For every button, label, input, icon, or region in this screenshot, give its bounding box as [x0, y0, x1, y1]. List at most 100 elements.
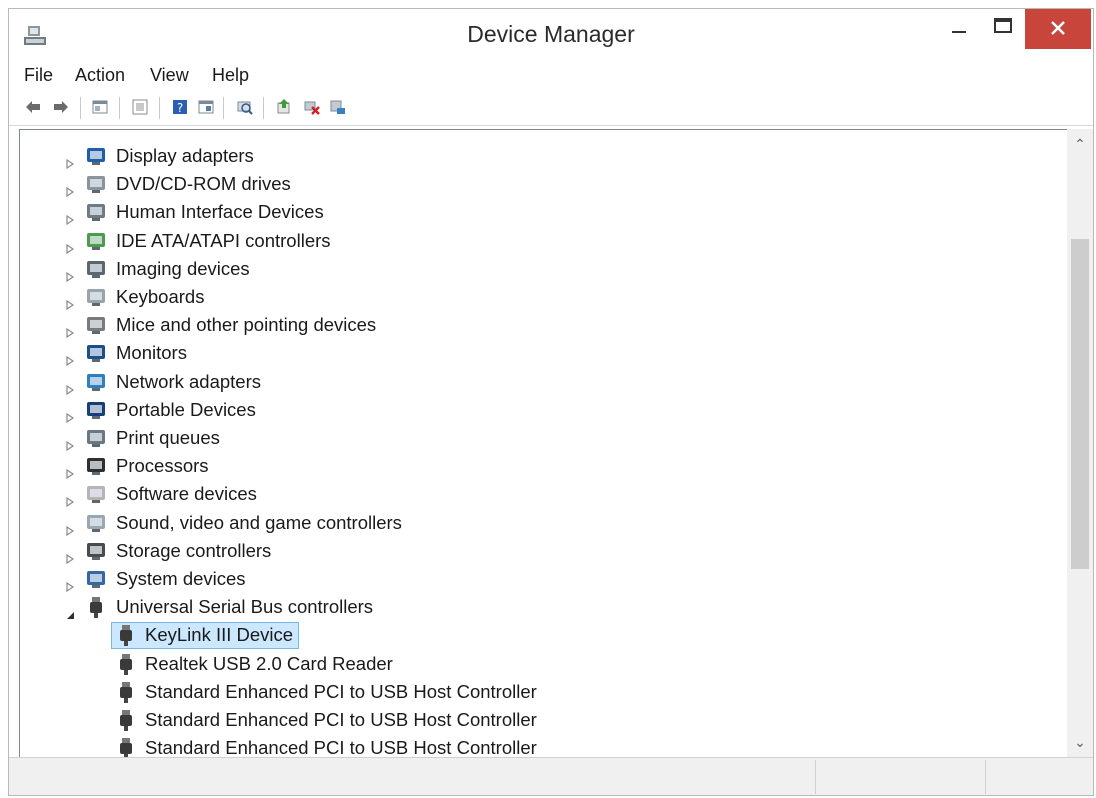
- show-hide-console-tree-icon[interactable]: [197, 98, 215, 116]
- disable-device-icon[interactable]: [303, 98, 321, 116]
- tree-category-row[interactable]: DVD/CD-ROM drives: [20, 170, 1060, 198]
- usb-icon: [114, 652, 138, 676]
- tree-category-row[interactable]: Universal Serial Bus controllers: [20, 593, 1060, 621]
- tree-device-row[interactable]: Standard Enhanced PCI to USB Host Contro…: [20, 734, 1060, 757]
- tree-category-label: Display adapters: [116, 145, 254, 166]
- expand-arrow-icon[interactable]: [64, 404, 76, 423]
- tree-category-row[interactable]: Sound, video and game controllers: [20, 509, 1060, 537]
- help-icon[interactable]: ?: [171, 98, 189, 116]
- tree-device-row[interactable]: Realtek USB 2.0 Card Reader: [20, 650, 1060, 678]
- scan-hardware-icon[interactable]: [235, 98, 253, 116]
- tree-category-row[interactable]: Software devices: [20, 480, 1060, 508]
- tree-device-label: Standard Enhanced PCI to USB Host Contro…: [145, 737, 537, 757]
- tree-category-row[interactable]: Mice and other pointing devices: [20, 311, 1060, 339]
- expand-arrow-icon[interactable]: [64, 150, 76, 170]
- properties-icon[interactable]: [91, 98, 109, 116]
- tree-category-row[interactable]: System devices: [20, 565, 1060, 593]
- tree-category-row[interactable]: Display adapters: [20, 142, 1060, 170]
- tree-category-label: Storage controllers: [116, 539, 272, 561]
- tree-category-row[interactable]: Processors: [20, 452, 1060, 480]
- tree-category-label: Universal Serial Bus controllers: [116, 596, 374, 618]
- tree-category-row[interactable]: Human Interface Devices: [20, 198, 1060, 226]
- tree-category-label: Software devices: [116, 483, 257, 505]
- usb-icon: [84, 595, 108, 619]
- scroll-thumb[interactable]: [1071, 239, 1089, 569]
- collapse-arrow-icon[interactable]: [64, 601, 76, 620]
- hid-icon: [84, 200, 108, 224]
- network-adapter-icon: [84, 370, 108, 394]
- forward-icon[interactable]: [52, 98, 70, 116]
- tree-category-row[interactable]: Storage controllers: [20, 537, 1060, 565]
- usb-icon: [114, 623, 138, 647]
- uninstall-device-icon[interactable]: [329, 98, 347, 116]
- title-bar[interactable]: Device Manager: [9, 9, 1093, 61]
- storage-controller-icon: [84, 539, 108, 563]
- tree-category-row[interactable]: Keyboards: [20, 283, 1060, 311]
- menu-file[interactable]: File: [24, 65, 53, 86]
- expand-arrow-icon[interactable]: [64, 235, 76, 254]
- expand-arrow-icon[interactable]: [64, 263, 76, 282]
- vertical-scrollbar[interactable]: ⌃ ⌄: [1067, 129, 1093, 757]
- show-hidden-icon[interactable]: [131, 98, 149, 116]
- tree-category-row[interactable]: Print queues: [20, 424, 1060, 452]
- expand-arrow-icon[interactable]: [64, 376, 76, 395]
- expand-arrow-icon[interactable]: [64, 517, 76, 536]
- status-pane-1: [815, 760, 816, 794]
- tree-category-row[interactable]: Network adapters: [20, 368, 1060, 396]
- tree-device-row[interactable]: Standard Enhanced PCI to USB Host Contro…: [20, 706, 1060, 734]
- tree-category-label: Human Interface Devices: [116, 201, 324, 223]
- maximize-icon[interactable]: [983, 9, 1023, 49]
- dvd-drive-icon: [84, 172, 108, 196]
- tree-category-label: Keyboards: [116, 286, 205, 307]
- expand-arrow-icon[interactable]: [64, 347, 76, 367]
- minimize-icon[interactable]: [939, 9, 979, 49]
- tree-category-row[interactable]: IDE ATA/ATAPI controllers: [20, 227, 1060, 255]
- tree-category-label: Network adapters: [116, 370, 261, 392]
- expand-arrow-icon[interactable]: [64, 488, 76, 508]
- expand-arrow-icon[interactable]: [64, 319, 76, 339]
- update-driver-icon[interactable]: [275, 98, 293, 116]
- usb-icon: [114, 680, 138, 704]
- tree-device-row[interactable]: KeyLink III Device: [20, 621, 1060, 650]
- menu-view[interactable]: View: [150, 65, 189, 86]
- expand-arrow-icon[interactable]: [64, 573, 76, 593]
- device-tree[interactable]: Display adapters DVD/CD-ROM drives Human I…: [19, 129, 1093, 757]
- software-device-icon: [84, 482, 108, 506]
- device-manager-window: Device Manager File Action View Help ? D…: [8, 8, 1094, 796]
- portable-device-icon: [84, 398, 108, 422]
- tree-category-label: Mice and other pointing devices: [116, 314, 377, 336]
- expand-arrow-icon[interactable]: [64, 206, 76, 226]
- keyboard-icon: [84, 285, 108, 309]
- toolbar: ?: [9, 91, 1093, 126]
- tree-category-label: Print queues: [116, 427, 220, 448]
- tree-category-label: Monitors: [116, 342, 187, 364]
- usb-icon: [114, 708, 138, 732]
- tree-device-label: Realtek USB 2.0 Card Reader: [145, 652, 393, 674]
- tree-device-row[interactable]: Standard Enhanced PCI to USB Host Contro…: [20, 678, 1060, 706]
- tree-category-row[interactable]: Monitors: [20, 339, 1060, 367]
- menu-action[interactable]: Action: [75, 65, 125, 86]
- menu-help[interactable]: Help: [212, 65, 249, 86]
- back-icon[interactable]: [24, 98, 42, 116]
- printer-icon: [84, 426, 108, 450]
- window-title: Device Manager: [467, 21, 635, 47]
- ide-controller-icon: [84, 229, 108, 253]
- tree-device-label: Standard Enhanced PCI to USB Host Contro…: [145, 709, 537, 730]
- tree-category-row[interactable]: Portable Devices: [20, 396, 1060, 424]
- expand-arrow-icon[interactable]: [64, 291, 76, 311]
- scroll-up-icon[interactable]: ⌃: [1071, 135, 1089, 153]
- scroll-down-icon[interactable]: ⌄: [1071, 733, 1089, 751]
- close-icon[interactable]: [1025, 9, 1091, 49]
- expand-arrow-icon[interactable]: [64, 432, 76, 452]
- system-device-icon: [84, 567, 108, 591]
- expand-arrow-icon[interactable]: [64, 178, 76, 198]
- tree-category-label: Imaging devices: [116, 257, 250, 279]
- tree-category-label: DVD/CD-ROM drives: [116, 173, 291, 195]
- display-adapter-icon: [84, 144, 108, 168]
- imaging-device-icon: [84, 257, 108, 281]
- expand-arrow-icon[interactable]: [64, 545, 76, 564]
- tree-category-row[interactable]: Imaging devices: [20, 255, 1060, 283]
- usb-icon: [114, 736, 138, 757]
- expand-arrow-icon[interactable]: [64, 460, 76, 480]
- tree-category-label: Processors: [116, 455, 209, 477]
